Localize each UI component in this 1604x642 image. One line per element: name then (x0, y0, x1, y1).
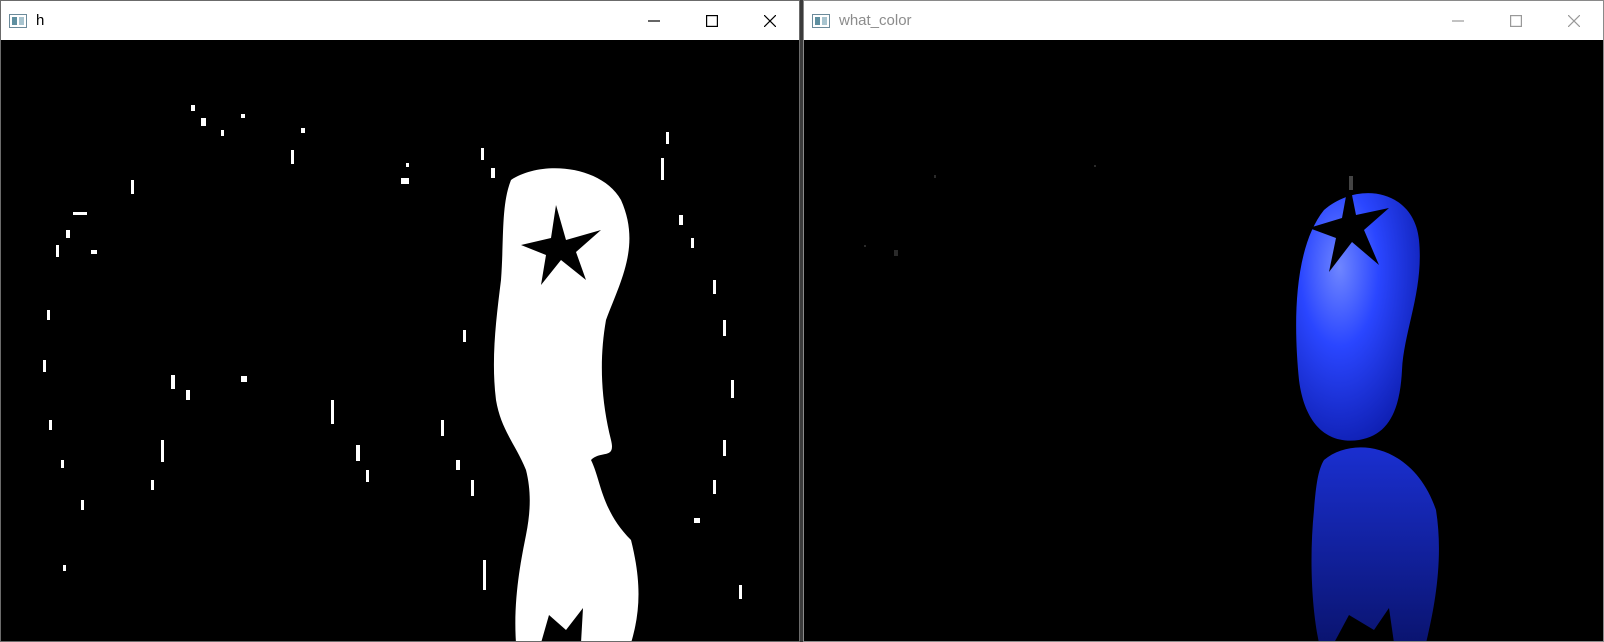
window-h[interactable]: h (0, 0, 800, 642)
binary-mask-image (1, 40, 799, 641)
window-title: what_color (839, 12, 912, 29)
maximize-button[interactable] (1487, 1, 1545, 40)
close-button[interactable] (1545, 1, 1603, 40)
color-filtered-image (804, 40, 1603, 641)
close-icon (764, 14, 776, 27)
maximize-icon (1510, 14, 1522, 27)
minimize-icon (648, 19, 660, 22)
minimize-button[interactable] (625, 1, 683, 40)
window-title: h (36, 12, 45, 29)
app-icon (9, 13, 27, 28)
app-icon (812, 13, 830, 28)
minimize-button[interactable] (1429, 1, 1487, 40)
close-button[interactable] (741, 1, 799, 40)
minimize-icon (1452, 19, 1464, 22)
close-icon (1568, 14, 1580, 27)
maximize-button[interactable] (683, 1, 741, 40)
image-canvas[interactable] (804, 40, 1603, 641)
title-bar[interactable]: what_color (804, 1, 1603, 40)
window-controls (1429, 1, 1603, 40)
maximize-icon (706, 14, 718, 27)
window-what-color[interactable]: what_color (803, 0, 1604, 642)
image-canvas[interactable] (1, 40, 799, 641)
window-controls (625, 1, 799, 40)
title-bar[interactable]: h (1, 1, 799, 40)
